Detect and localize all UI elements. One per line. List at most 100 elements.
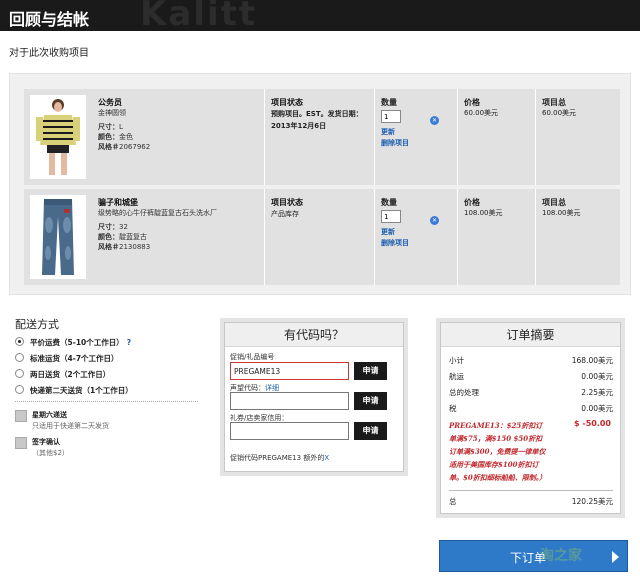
cart-items-panel: 公务员 金神圆领 尺寸：L 颜色：金色 风格＃2067962 项目状态 预购项目… — [9, 73, 631, 295]
size-value: L — [119, 123, 123, 131]
column-divider — [264, 189, 265, 285]
price-header: 价格 — [464, 198, 480, 207]
cart-item-row: 公务员 金神圆领 尺寸：L 颜色：金色 风格＃2067962 项目状态 预购项目… — [24, 89, 620, 185]
arrow-right-icon — [612, 551, 619, 563]
promo-apply-button[interactable]: 申请 — [354, 362, 387, 380]
shipping-option-economy[interactable]: 平价运费（5-10个工作日）? — [30, 337, 131, 348]
color-value: 靛蓝复古 — [119, 233, 147, 241]
update-link[interactable]: 更新 — [381, 227, 395, 237]
summary-row-handling: 总的处理 2.25美元 — [449, 387, 613, 398]
voice-code-text: 声望代码： — [230, 384, 265, 392]
shipping-option-two-day[interactable]: 两日送货（2个工作日） — [30, 369, 110, 380]
item-total-value: 60.00美元 — [542, 109, 577, 117]
size-label: 尺寸： — [98, 123, 119, 131]
order-summary-card: 订单摘要 小计 168.00美元 航运 0.00美元 总的处理 2.25美元 税 0.0… — [440, 322, 621, 514]
shipping-option-next-day[interactable]: 快递第二天送货（1个工作日） — [30, 385, 133, 396]
cart-item-row: 骗子和城堡 级势略的心牛仔裤靛蓝复古石头洗水厂 尺寸：32 颜色：靛蓝复古 风格… — [24, 189, 620, 285]
price-header: 价格 — [464, 98, 480, 107]
voice-code-input[interactable] — [230, 392, 349, 410]
remove-item-link[interactable]: 删除项目 — [381, 138, 409, 148]
shipping-radio-next-day[interactable] — [15, 385, 24, 394]
gift-card-input[interactable] — [230, 422, 349, 440]
page-header: Kalitt 回顾与结帐 — [0, 0, 640, 31]
color-value: 金色 — [119, 133, 133, 141]
summary-value: 0.00美元 — [581, 404, 613, 413]
shipping-option-standard[interactable]: 标准运货（4-7个工作日） — [30, 353, 119, 364]
update-link[interactable]: 更新 — [381, 127, 395, 137]
promo-card-title: 有代码吗？ — [225, 323, 403, 347]
summary-value: 168.00美元 — [571, 356, 613, 365]
quantity-input[interactable] — [381, 210, 401, 223]
summary-value: 0.00美元 — [581, 372, 613, 381]
voice-code-details-link[interactable]: 详细 — [265, 384, 279, 392]
item-total-header: 项目总 — [542, 198, 566, 207]
product-size: 尺寸：L — [98, 122, 123, 132]
status-value: 产品库存 — [271, 210, 299, 218]
item-total-header: 项目总 — [542, 98, 566, 107]
place-order-button[interactable]: 下订单 — [439, 540, 628, 572]
saturday-delivery-note: 只适用于快递第二天发货 — [32, 422, 109, 430]
signature-note: （其他$2） — [32, 449, 69, 457]
column-divider — [374, 189, 375, 285]
column-divider — [264, 89, 265, 185]
size-label: 尺寸： — [98, 223, 119, 231]
summary-label: 总的处理 — [449, 388, 479, 397]
summary-total-label: 总 — [449, 497, 457, 506]
signature-label: 签字确认 — [32, 438, 60, 446]
summary-divider — [449, 490, 613, 491]
remove-x-icon[interactable]: ✕ — [430, 216, 439, 225]
style-label: 风格＃ — [98, 243, 119, 251]
saturday-delivery-checkbox[interactable] — [15, 410, 27, 422]
product-image-jeans[interactable] — [30, 195, 86, 279]
promo-code-label: 促销/礼品编号 — [230, 353, 275, 361]
place-order-label: 下订单 — [510, 551, 547, 565]
applied-promo-text: 促销代码PREGAME13 额外的 — [230, 454, 325, 462]
promo-code-input[interactable] — [230, 362, 349, 380]
saturday-delivery-label: 星期六递送 — [32, 411, 67, 419]
signature-checkbox[interactable] — [15, 437, 27, 449]
summary-title: 订单摘要 — [441, 323, 620, 347]
quantity-header: 数量 — [381, 198, 397, 207]
summary-total-value: 120.25美元 — [571, 497, 613, 506]
status-value: 预购项目。EST。发货日期：2013年12月6日 — [271, 110, 363, 130]
divider — [15, 401, 198, 402]
shipping-radio-two-day[interactable] — [15, 369, 24, 378]
quantity-input[interactable] — [381, 110, 401, 123]
summary-row-shipping: 航运 0.00美元 — [449, 371, 613, 382]
shipping-option-label: 平价运费（5-10个工作日） — [30, 338, 124, 347]
item-total-value: 108.00美元 — [542, 209, 581, 217]
applied-promo-note: 促销代码PREGAME13 额外的X — [230, 453, 329, 463]
remove-item-link[interactable]: 删除项目 — [381, 238, 409, 248]
gift-apply-button[interactable]: 申请 — [354, 422, 387, 440]
price-value: 108.00美元 — [464, 209, 503, 217]
shipping-radio-economy[interactable] — [15, 337, 24, 346]
remove-x-icon[interactable]: ✕ — [430, 116, 439, 125]
product-size: 尺寸：32 — [98, 222, 128, 232]
summary-row-subtotal: 小计 168.00美元 — [449, 355, 613, 366]
summary-row-total: 总 120.25美元 — [449, 496, 613, 507]
product-name[interactable]: 公务员 — [98, 97, 122, 108]
product-color: 颜色：金色 — [98, 132, 133, 142]
column-divider — [457, 89, 458, 185]
product-name[interactable]: 骗子和城堡 — [98, 197, 138, 208]
remove-promo-link[interactable]: X — [324, 454, 329, 462]
color-label: 颜色： — [98, 233, 119, 241]
discount-description: PREGAME13：$25折扣订单满$75，满$150 $50折扣订单满$300… — [449, 421, 547, 482]
shipping-title: 配送方式 — [15, 318, 59, 331]
shipping-radio-standard[interactable] — [15, 353, 24, 362]
summary-label: 小计 — [449, 356, 464, 365]
summary-label: 税 — [449, 404, 457, 413]
size-value: 32 — [119, 223, 128, 231]
product-image-sweater[interactable] — [30, 95, 86, 179]
product-subtitle: 级势略的心牛仔裤靛蓝复古石头洗水厂 — [98, 209, 217, 217]
summary-label: 航运 — [449, 372, 464, 381]
product-style: 风格＃2130883 — [98, 242, 150, 252]
column-divider — [457, 189, 458, 285]
voice-apply-button[interactable]: 申请 — [354, 392, 387, 410]
help-icon[interactable]: ? — [127, 338, 131, 347]
color-label: 颜色： — [98, 133, 119, 141]
discount-amount: $ -50.00 — [574, 419, 611, 428]
section-subtitle: 对于此次收购项目 — [9, 48, 89, 59]
style-value: 2130883 — [119, 243, 151, 251]
header-background-word: Kalitt — [140, 0, 258, 31]
